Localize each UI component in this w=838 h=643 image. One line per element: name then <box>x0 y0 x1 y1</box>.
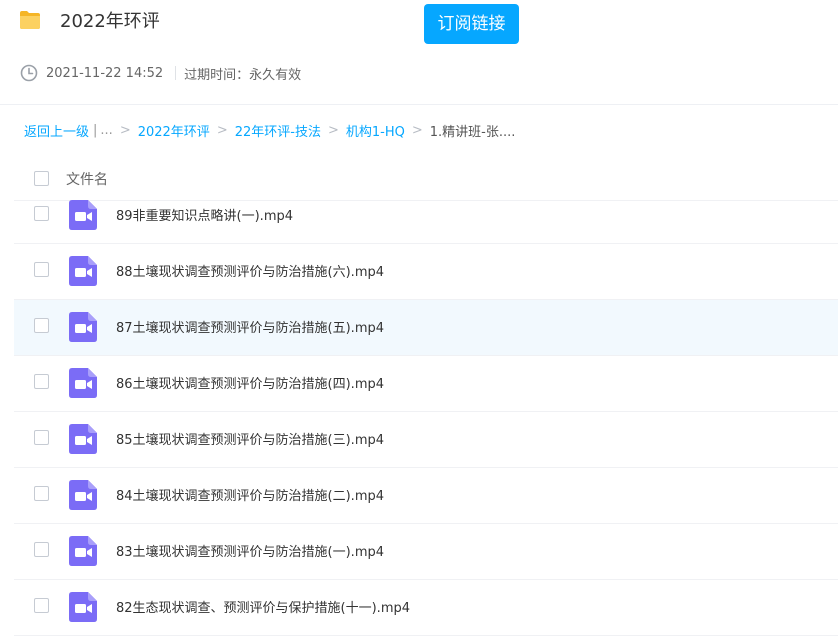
file-row[interactable]: 82生态现状调查、预测评价与保护措施(十一).mp4 <box>14 580 838 636</box>
subscribe-link-button[interactable]: 订阅链接 <box>424 4 519 44</box>
breadcrumb-item-jifa[interactable]: 22年环评-技法 <box>235 121 321 140</box>
share-meta: 2021-11-22 14:52 过期时间：永久有效 <box>20 63 301 83</box>
file-checkbox[interactable] <box>34 542 49 557</box>
expire-time: 过期时间：永久有效 <box>184 67 302 83</box>
file-row[interactable]: 85土壤现状调查预测评价与防治措施(三).mp4 <box>14 412 838 468</box>
select-all-checkbox[interactable] <box>34 171 49 186</box>
breadcrumb-arrow: > <box>216 122 228 138</box>
breadcrumb-ellipsis[interactable]: ... <box>100 123 112 138</box>
file-checkbox[interactable] <box>34 598 49 613</box>
page-title: 2022年环评 <box>60 11 160 32</box>
video-file-icon <box>69 256 97 286</box>
file-checkbox[interactable] <box>34 206 49 221</box>
file-checkbox[interactable] <box>34 374 49 389</box>
video-file-icon <box>69 200 97 230</box>
video-file-icon <box>69 424 97 454</box>
share-header: 2022年环评 订阅链接 2021-11-22 14:52 过期时间：永久有效 <box>0 0 838 105</box>
file-name[interactable]: 89非重要知识点略讲(一).mp4 <box>116 205 293 224</box>
folder-icon <box>20 11 40 29</box>
clock-icon <box>20 64 38 82</box>
breadcrumb-current: 1.精讲班-张.... <box>429 124 516 140</box>
share-date: 2021-11-22 14:52 <box>46 65 164 81</box>
video-file-icon <box>69 312 97 342</box>
breadcrumb-arrow: > <box>411 122 423 138</box>
file-name[interactable]: 84土壤现状调查预测评价与防治措施(二).mp4 <box>116 485 384 504</box>
video-file-icon <box>69 536 97 566</box>
file-row[interactable]: 84土壤现状调查预测评价与防治措施(二).mp4 <box>14 468 838 524</box>
file-name[interactable]: 85土壤现状调查预测评价与防治措施(三).mp4 <box>116 429 384 448</box>
file-row[interactable]: 89非重要知识点略讲(一).mp4 <box>14 188 838 244</box>
video-file-icon <box>69 480 97 510</box>
breadcrumb-arrow: > <box>119 122 131 138</box>
file-name[interactable]: 82生态现状调查、预测评价与保护措施(十一).mp4 <box>116 597 410 616</box>
breadcrumb: 返回上一级 | ... > 2022年环评 > 22年环评-技法 > 机构1-H… <box>24 120 515 140</box>
file-row[interactable]: 87土壤现状调查预测评价与防治措施(五).mp4 <box>14 300 838 356</box>
file-name[interactable]: 88土壤现状调查预测评价与防治措施(六).mp4 <box>116 261 384 280</box>
file-row[interactable]: 86土壤现状调查预测评价与防治措施(四).mp4 <box>14 356 838 412</box>
meta-divider <box>175 66 177 80</box>
file-name[interactable]: 86土壤现状调查预测评价与防治措施(四).mp4 <box>116 373 384 392</box>
file-row[interactable]: 88土壤现状调查预测评价与防治措施(六).mp4 <box>14 244 838 300</box>
file-checkbox[interactable] <box>34 262 49 277</box>
video-file-icon <box>69 368 97 398</box>
breadcrumb-separator: | <box>93 122 98 138</box>
filename-column-header[interactable]: 文件名 <box>66 169 108 189</box>
file-name[interactable]: 87土壤现状调查预测评价与防治措施(五).mp4 <box>116 317 384 336</box>
breadcrumb-item-hq[interactable]: 机构1-HQ <box>346 121 405 140</box>
breadcrumb-item-2022[interactable]: 2022年环评 <box>138 121 210 140</box>
file-name[interactable]: 83土壤现状调查预测评价与防治措施(一).mp4 <box>116 541 384 560</box>
video-file-icon <box>69 592 97 622</box>
breadcrumb-arrow: > <box>327 122 339 138</box>
file-row[interactable]: 83土壤现状调查预测评价与防治措施(一).mp4 <box>14 524 838 580</box>
file-checkbox[interactable] <box>34 486 49 501</box>
back-link[interactable]: 返回上一级 <box>24 121 89 140</box>
file-checkbox[interactable] <box>34 430 49 445</box>
file-checkbox[interactable] <box>34 318 49 333</box>
